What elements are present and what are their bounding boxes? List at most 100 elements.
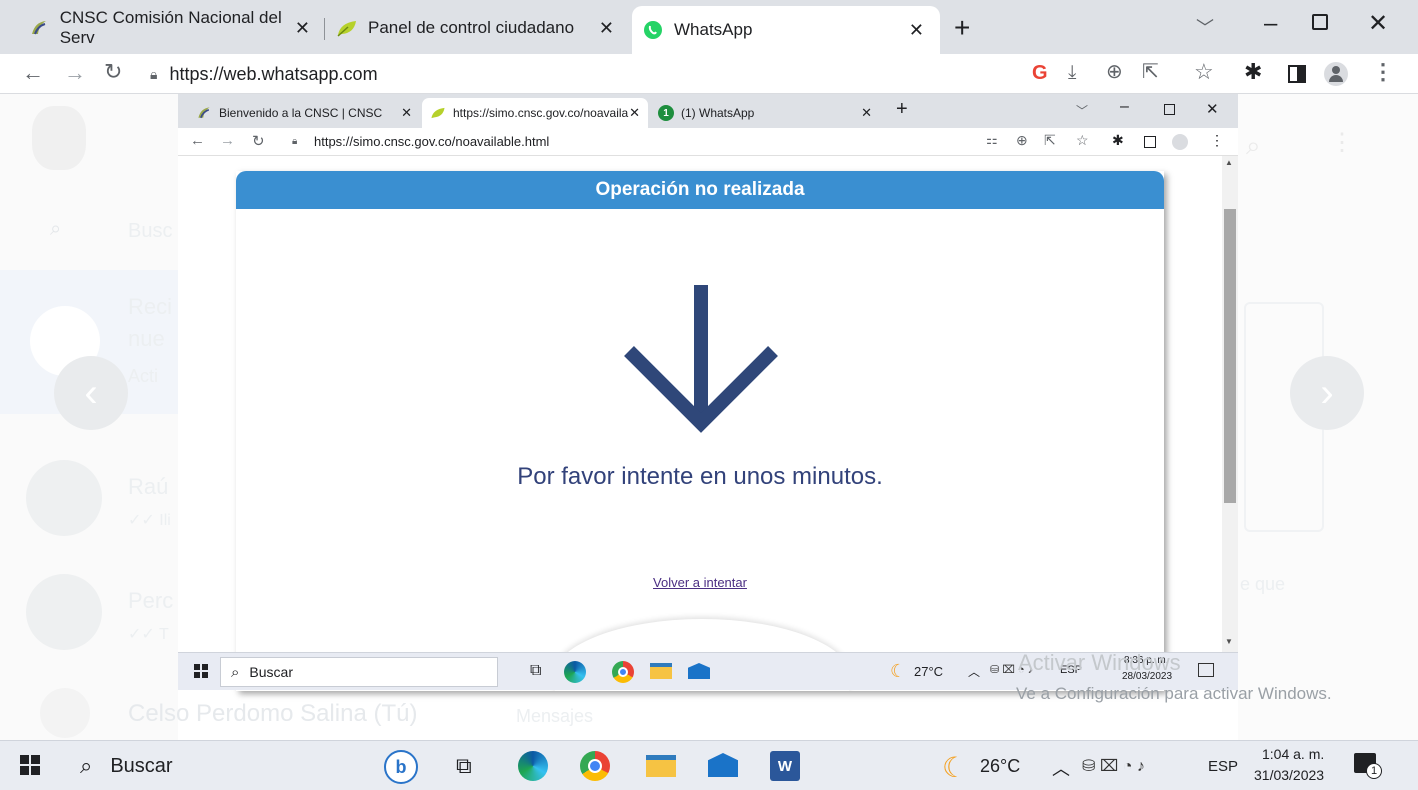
word-icon[interactable]: W <box>770 751 800 781</box>
file-explorer-icon[interactable] <box>646 755 676 777</box>
notification-icon[interactable] <box>1198 663 1214 677</box>
sidepanel-icon[interactable] <box>1288 65 1306 83</box>
close-tab-icon[interactable]: ✕ <box>909 20 924 41</box>
star-icon[interactable]: ☆ <box>1076 132 1089 149</box>
minimize-icon[interactable]: – <box>1120 98 1129 116</box>
close-window-icon[interactable]: ✕ <box>1206 100 1219 118</box>
tab-search-chevron-icon[interactable]: ﹀ <box>1196 14 1214 40</box>
clock-time[interactable]: 1:04 a. m. <box>1262 746 1324 762</box>
url-text[interactable]: https://simo.cnsc.gov.co/noavailable.htm… <box>314 134 549 149</box>
tab-panel-control[interactable]: Panel de control ciudadano ✕ <box>336 8 626 48</box>
address-bar[interactable]: 🔒︎ https://web.whatsapp.com <box>150 60 378 88</box>
task-view-icon[interactable]: ⧉ <box>456 753 472 779</box>
inner-tab-whatsapp[interactable]: 1 (1) WhatsApp ✕ <box>658 98 888 128</box>
right-text-fragment: e que <box>1240 574 1286 594</box>
close-tab-icon[interactable]: ✕ <box>401 105 412 121</box>
chat-preview: Mensajes <box>516 706 594 726</box>
mail-icon[interactable] <box>688 663 710 679</box>
minimize-icon[interactable]: – <box>1264 10 1277 38</box>
reload-icon[interactable]: ↻ <box>252 132 265 150</box>
retry-link-text[interactable]: Volver a intentar <box>653 575 747 590</box>
extensions-icon[interactable]: ✱ <box>1112 132 1124 149</box>
taskbar-search[interactable]: ⌕ Buscar <box>220 657 498 687</box>
reload-icon[interactable]: ↻ <box>104 61 122 83</box>
task-view-icon[interactable]: ⧉ <box>530 662 541 680</box>
windows-start-icon[interactable] <box>20 755 40 775</box>
tab-title: (1) WhatsApp <box>681 106 755 120</box>
carousel-prev-button[interactable]: ‹ <box>54 356 128 430</box>
tab-title: WhatsApp <box>674 20 753 39</box>
scrollbar-thumb[interactable] <box>1224 209 1236 503</box>
share-icon[interactable]: ⇱ <box>1044 132 1056 149</box>
close-tab-icon[interactable]: ✕ <box>295 18 310 39</box>
tab-whatsapp[interactable]: WhatsApp ✕ <box>632 6 940 54</box>
chat-name: Raú <box>128 474 169 499</box>
outer-tab-strip: CNSC Comisión Nacional del Serv ✕ Panel … <box>0 0 1418 54</box>
tab-title: Panel de control ciudadano <box>368 18 575 37</box>
error-message: Por favor intente en unos minutos. <box>517 463 883 490</box>
translate-icon[interactable]: ⚏ <box>986 132 998 148</box>
extensions-icon[interactable]: ✱ <box>1244 61 1262 83</box>
star-icon[interactable]: ☆ <box>1194 61 1214 83</box>
chrome-icon[interactable] <box>580 751 610 781</box>
inner-tab-simo[interactable]: https://simo.cnsc.gov.co/noavaila ✕ <box>422 98 648 128</box>
profile-avatar <box>32 106 86 170</box>
menu-icon: ⋮ <box>1330 129 1354 156</box>
chat-name: Celso Perdomo Salina (Tú) <box>128 700 418 727</box>
tab-cnsc[interactable]: CNSC Comisión Nacional del Serv ✕ <box>28 8 318 48</box>
forward-icon[interactable]: → <box>64 62 86 84</box>
close-window-icon[interactable]: ✕ <box>1368 9 1388 38</box>
taskbar-search[interactable]: ⌕ Buscar <box>66 747 366 785</box>
weather-temp[interactable]: 27°C <box>914 664 943 679</box>
weather-moon-icon: ☾ <box>890 661 907 681</box>
tab-title: https://simo.cnsc.gov.co/noavaila <box>453 106 629 120</box>
back-icon[interactable]: ← <box>190 132 205 149</box>
banner-line: nue <box>128 326 165 351</box>
search-placeholder: Buscar <box>110 754 173 777</box>
forward-icon[interactable]: → <box>220 132 235 149</box>
bing-icon[interactable]: b <box>384 750 418 784</box>
notification-count: 1 <box>1366 763 1382 779</box>
tab-search-chevron-icon[interactable]: ﹀ <box>1076 102 1088 119</box>
tray-icons[interactable]: ⛁ ⌧ ◔ ♪ <box>1082 756 1145 776</box>
carousel-next-button[interactable]: › <box>1290 356 1364 430</box>
sidepanel-icon[interactable] <box>1144 136 1156 148</box>
restore-icon[interactable] <box>1312 14 1328 30</box>
cnsc-logo-icon <box>28 17 50 39</box>
mail-icon[interactable] <box>708 753 738 777</box>
menu-icon[interactable]: ⋮ <box>1210 132 1224 149</box>
close-tab-icon[interactable]: ✕ <box>599 18 614 39</box>
tab-divider <box>324 18 325 40</box>
tray-chevron-icon[interactable]: ︿ <box>1052 755 1070 781</box>
new-tab-icon[interactable]: + <box>954 12 970 44</box>
profile-icon[interactable] <box>1324 62 1348 86</box>
search-placeholder: Buscar <box>249 664 293 680</box>
edge-icon[interactable] <box>564 661 586 683</box>
inner-tab-cnsc[interactable]: Bienvenido a la CNSC | CNSC ✕ <box>196 98 418 128</box>
close-tab-icon[interactable]: ✕ <box>861 105 872 121</box>
tray-chevron-icon[interactable]: ︿ <box>968 663 980 680</box>
new-tab-icon[interactable]: + <box>896 98 908 121</box>
edge-icon[interactable] <box>518 751 548 781</box>
retry-link[interactable]: Volver a intentar <box>236 575 1164 590</box>
menu-icon[interactable]: ⋮ <box>1372 61 1394 83</box>
file-explorer-icon[interactable] <box>650 663 672 679</box>
restore-icon[interactable] <box>1164 104 1175 115</box>
windows-start-icon[interactable] <box>194 664 208 678</box>
zoom-icon[interactable]: ⊕ <box>1106 61 1123 83</box>
close-tab-icon[interactable]: ✕ <box>629 105 640 121</box>
clock-date[interactable]: 31/03/2023 <box>1254 767 1324 783</box>
search-icon: ⌕ <box>80 753 93 778</box>
profile-icon[interactable] <box>1172 134 1188 150</box>
error-header: Operación no realizada <box>236 171 1164 209</box>
install-icon[interactable]: ⤓ <box>1068 62 1076 84</box>
back-icon[interactable]: ← <box>22 62 44 84</box>
url-text: https://web.whatsapp.com <box>169 63 378 84</box>
inner-browser-window: Bienvenido a la CNSC | CNSC ✕ https://si… <box>178 94 1238 691</box>
zoom-icon[interactable]: ⊕ <box>1016 132 1028 149</box>
weather-temp[interactable]: 26°C <box>980 756 1020 777</box>
share-icon[interactable]: ⇱ <box>1142 61 1159 83</box>
chrome-icon[interactable] <box>612 661 634 683</box>
language-indicator[interactable]: ESP <box>1208 758 1238 775</box>
google-icon[interactable]: G <box>1032 62 1048 84</box>
